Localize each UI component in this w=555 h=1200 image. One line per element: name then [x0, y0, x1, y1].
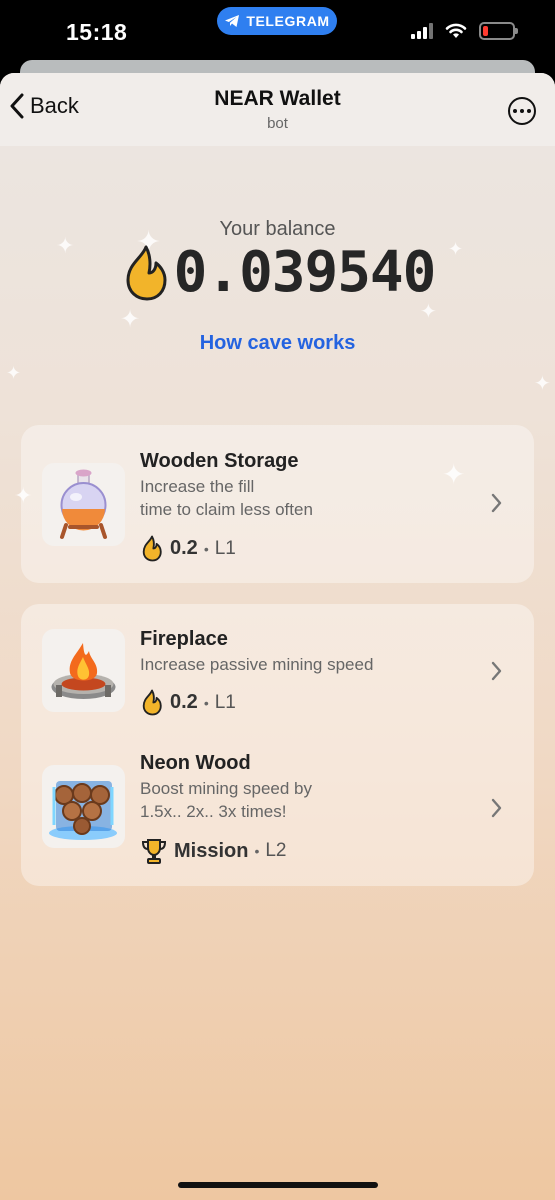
home-indicator[interactable]: [178, 1182, 378, 1188]
balance-display: 0.039540: [0, 240, 555, 305]
flame-icon: [142, 535, 162, 562]
description-line: Increase the fill: [140, 477, 255, 496]
sparkle-icon: ✦: [6, 363, 22, 383]
upgrade-card: Fireplace Increase passive mining speed …: [21, 604, 534, 886]
battery-low-icon: [479, 22, 518, 40]
trophy-icon: [141, 839, 167, 864]
item-price: 0.2: [170, 537, 198, 559]
item-requirement: Mission: [174, 839, 249, 862]
more-options-button[interactable]: [508, 97, 536, 125]
neon-wood-logs-icon: [42, 765, 125, 848]
item-description: Boost mining speed by 1.5x.. 2x.. 3x tim…: [140, 777, 440, 823]
balance-value: 0.039540: [173, 240, 437, 305]
sparkle-icon: ✦: [120, 306, 141, 333]
chevron-right-icon: [491, 661, 502, 681]
separator-dot: •: [254, 843, 260, 859]
item-meta: 0.2 • L1: [140, 535, 236, 562]
header-subtitle: bot: [267, 115, 288, 132]
app-header: Back NEAR Wallet bot: [0, 73, 555, 146]
description-line: Boost mining speed by: [140, 779, 312, 798]
telegram-pill[interactable]: TELEGRAM: [217, 7, 337, 35]
potion-flask-icon: [42, 463, 125, 546]
telegram-pill-label: TELEGRAM: [246, 13, 330, 29]
flame-icon: [142, 689, 162, 716]
dot-icon: [520, 109, 524, 113]
wifi-icon: [445, 23, 467, 38]
upgrade-item-wooden-storage[interactable]: Wooden Storage Increase the fill time to…: [21, 425, 534, 583]
item-title: Fireplace: [140, 628, 228, 650]
balance-label: Your balance: [219, 218, 336, 240]
item-title: Neon Wood: [140, 752, 251, 774]
mini-app: Back NEAR Wallet bot ✦ ✦ ✦ ✦ ✦ ✦ ✦ ✦ ✦ Y…: [0, 73, 555, 1200]
telegram-plane-icon: [225, 15, 240, 27]
item-level: L2: [265, 840, 287, 861]
separator-dot: •: [203, 540, 209, 557]
header-title: NEAR Wallet: [214, 87, 341, 110]
upgrade-item-neon-wood[interactable]: Neon Wood Boost mining speed by 1.5x.. 2…: [21, 739, 534, 886]
how-cave-works-link[interactable]: How cave works: [0, 332, 555, 355]
dot-icon: [527, 109, 531, 113]
chevron-right-icon: [491, 493, 502, 513]
item-meta: 0.2 • L1: [140, 689, 236, 716]
cellular-signal-icon: [411, 23, 433, 39]
status-time: 15:18: [66, 19, 128, 45]
flame-icon: [126, 245, 167, 300]
description-line: time to claim less often: [140, 500, 313, 519]
item-description: Increase passive mining speed: [140, 653, 440, 676]
item-description: Increase the fill time to claim less oft…: [140, 475, 440, 521]
description-line: 1.5x.. 2x.. 3x times!: [140, 802, 287, 821]
item-level: L1: [214, 691, 236, 713]
separator-dot: •: [203, 694, 209, 711]
sparkle-icon: ✦: [534, 373, 551, 395]
item-price: 0.2: [170, 691, 198, 713]
upgrade-card: Wooden Storage Increase the fill time to…: [21, 425, 534, 583]
chevron-right-icon: [491, 798, 502, 818]
item-level: L1: [214, 537, 236, 559]
item-meta: Mission • L2: [140, 837, 287, 865]
campfire-icon: [42, 629, 125, 712]
item-title: Wooden Storage: [140, 450, 299, 472]
description-line: Increase passive mining speed: [140, 655, 374, 674]
dot-icon: [513, 109, 517, 113]
upgrade-item-fireplace[interactable]: Fireplace Increase passive mining speed …: [21, 604, 534, 739]
